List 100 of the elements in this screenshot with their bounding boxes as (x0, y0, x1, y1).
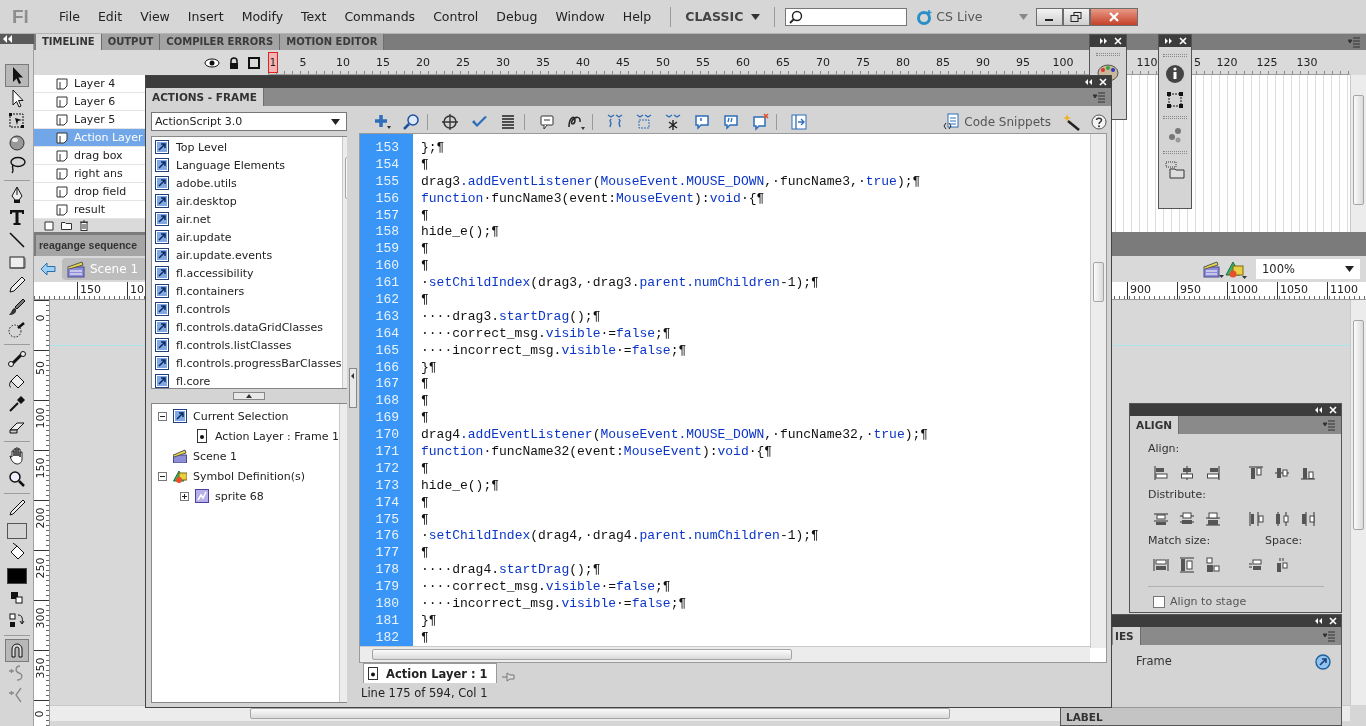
panel-tab[interactable]: ACTIONS - FRAME (146, 88, 264, 106)
wand-icon[interactable] (1062, 112, 1080, 131)
target-icon[interactable] (441, 112, 459, 131)
help-link-icon[interactable] (1315, 654, 1331, 670)
close-icon[interactable] (1178, 36, 1188, 46)
brush-icon[interactable] (6, 297, 27, 318)
magnifier-icon[interactable] (6, 468, 27, 489)
tree-item[interactable]: Symbol Definition(s) (193, 469, 306, 483)
code-snippets-button[interactable]: Code Snippets (942, 112, 1051, 131)
spray-icon[interactable] (6, 319, 27, 340)
distribute-icon[interactable] (1274, 511, 1290, 527)
distribute-icon[interactable] (1153, 511, 1169, 527)
close-button[interactable] (1089, 7, 1138, 26)
menu-item[interactable]: Window (546, 9, 614, 24)
menu-item[interactable]: File (50, 9, 89, 24)
align-icon[interactable] (1205, 465, 1221, 481)
scrollbar[interactable] (1350, 75, 1366, 232)
trash-icon[interactable] (79, 220, 89, 231)
package-item[interactable]: adobe.utils (155, 174, 342, 192)
scrollbar[interactable] (360, 646, 1090, 662)
panel-toggle-icon[interactable] (790, 112, 808, 131)
match-size-icon[interactable] (1153, 557, 1169, 573)
distribute-icon[interactable] (1248, 511, 1264, 527)
find-icon[interactable] (402, 112, 420, 131)
splitter-handle-icon[interactable] (233, 392, 265, 400)
match-size-icon[interactable] (1179, 557, 1195, 573)
align-icon[interactable] (1153, 465, 1169, 481)
color-swatch[interactable] (6, 522, 27, 539)
package-item[interactable]: fl.controls (155, 300, 342, 318)
menu-item[interactable]: View (131, 9, 179, 24)
space-icon[interactable] (1248, 557, 1264, 573)
menu-item[interactable]: Commands (335, 9, 425, 24)
document-tab[interactable]: reagange sequence (36, 235, 145, 256)
menu-item[interactable]: Edit (88, 9, 132, 24)
layer-row[interactable]: Layer 4 (34, 75, 145, 93)
tree-item[interactable]: sprite 68 (215, 489, 264, 503)
comment-icon[interactable] (722, 112, 740, 131)
close-icon[interactable] (1328, 616, 1338, 626)
tree-item[interactable]: Action Layer : Frame 1 (215, 429, 340, 443)
menu-item[interactable]: Insert (178, 9, 233, 24)
comment-icon[interactable] (751, 112, 769, 131)
search-field[interactable] (785, 7, 908, 26)
align-icon[interactable] (1274, 465, 1290, 481)
distribute-icon[interactable] (1179, 511, 1195, 527)
bone-icon[interactable] (6, 349, 27, 370)
collapse-lines-icon[interactable] (635, 112, 653, 131)
close-icon[interactable] (1328, 405, 1338, 415)
lock-icon[interactable] (228, 56, 240, 69)
playhead[interactable]: 1 (268, 51, 278, 73)
panel-menu-icon[interactable] (1093, 91, 1105, 103)
package-item[interactable]: Top Level (155, 138, 342, 156)
align-icon[interactable] (1300, 465, 1316, 481)
layer-row[interactable]: right ans (34, 165, 145, 183)
library-icon[interactable] (1165, 161, 1185, 179)
eye-icon[interactable] (204, 57, 220, 68)
package-item[interactable]: fl.accessibility (155, 264, 342, 282)
transform-icon[interactable] (6, 110, 27, 131)
new-layer-icon[interactable] (44, 220, 54, 231)
format-lines-icon[interactable] (499, 112, 517, 131)
package-item[interactable]: air.net (155, 210, 342, 228)
pencil-icon[interactable] (6, 274, 27, 295)
package-item[interactable]: air.desktop (155, 192, 342, 210)
panel-menu-icon[interactable] (1348, 36, 1360, 48)
language-dropdown[interactable]: ActionScript 3.0 (151, 112, 347, 131)
panel-menu-icon[interactable] (1323, 630, 1335, 642)
line-icon[interactable] (6, 229, 27, 250)
scrollbar[interactable] (1090, 134, 1106, 648)
align-icon[interactable] (1248, 465, 1264, 481)
match-size-icon[interactable] (1205, 557, 1221, 573)
tree-item[interactable]: Current Selection (193, 409, 289, 423)
package-item[interactable]: air.update.events (155, 246, 342, 264)
asterisk-icon[interactable] (664, 112, 682, 131)
layer-row[interactable]: drag box (34, 147, 145, 165)
distribute-icon[interactable] (1300, 511, 1316, 527)
outline-icon[interactable] (248, 56, 260, 69)
layer-row[interactable]: result (34, 201, 145, 219)
zoom-dropdown[interactable]: 100% (1256, 259, 1360, 279)
add-icon[interactable] (373, 112, 391, 131)
cs-live-button[interactable]: CS Live (916, 8, 983, 25)
expander-icon[interactable] (158, 471, 167, 481)
section-header[interactable]: LABEL (1061, 707, 1341, 725)
package-item[interactable]: fl.controls.dataGridClasses (155, 318, 342, 336)
restore-button[interactable] (1062, 7, 1090, 26)
info-icon[interactable] (1165, 64, 1185, 84)
space-icon[interactable] (1274, 557, 1290, 573)
expander-icon[interactable] (158, 411, 167, 421)
comment-icon[interactable] (693, 112, 711, 131)
menu-item[interactable]: Control (424, 9, 488, 24)
clapperboard-icon[interactable] (1202, 259, 1224, 279)
package-item[interactable]: fl.core (155, 372, 342, 390)
layer-row[interactable]: Layer 6 (34, 93, 145, 111)
panel-tab[interactable]: MOTION EDITOR (280, 34, 385, 50)
workspace-dropdown[interactable]: CLASSIC (681, 9, 765, 24)
script-tab[interactable]: Action Layer : 1 (363, 663, 497, 683)
minimize-button[interactable] (1035, 7, 1063, 26)
distribute-icon[interactable] (1205, 511, 1221, 527)
layer-row[interactable]: drop field (34, 183, 145, 201)
package-item[interactable]: fl.controls.listClasses (155, 336, 342, 354)
panel-tab[interactable]: OUTPUT (101, 34, 161, 50)
close-icon[interactable] (1098, 77, 1108, 87)
